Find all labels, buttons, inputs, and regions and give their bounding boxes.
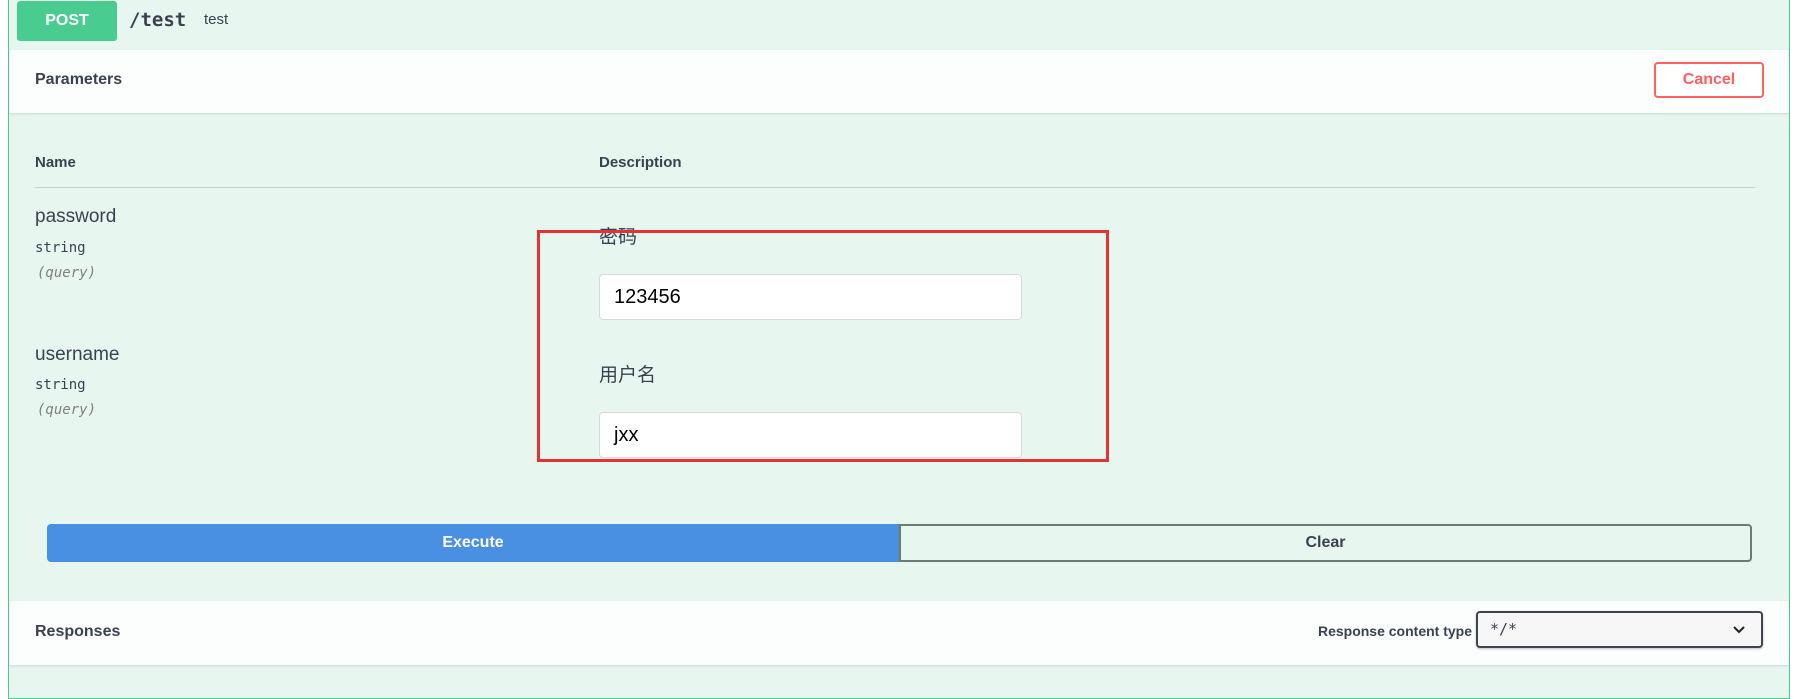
response-content-type-label: Response content type	[1317, 623, 1472, 639]
operation-path: /test	[129, 9, 187, 31]
responses-title: Responses	[35, 623, 121, 640]
response-content-type-value: */*	[1490, 620, 1518, 638]
response-content-type-select[interactable]: */*	[1476, 611, 1763, 648]
param-in-username: (query)	[37, 402, 97, 418]
clear-button[interactable]: Clear	[899, 524, 1752, 562]
param-type-username: string	[35, 377, 86, 393]
column-header-description: Description	[599, 154, 682, 171]
cancel-button[interactable]: Cancel	[1654, 62, 1764, 98]
param-name-username: username	[35, 344, 120, 365]
operation-summary[interactable]: POST /test test	[9, 0, 1789, 50]
method-badge: POST	[17, 1, 117, 41]
chevron-down-icon	[1733, 626, 1745, 634]
param-type-password: string	[35, 240, 86, 256]
annotation-highlight-box	[537, 230, 1109, 462]
parameters-title: Parameters	[35, 71, 123, 88]
param-name-password: password	[35, 206, 117, 227]
column-header-name: Name	[35, 154, 76, 171]
parameters-header: Parameters Cancel	[9, 49, 1789, 113]
header-divider	[35, 187, 1755, 188]
execute-button[interactable]: Execute	[47, 524, 899, 562]
operation-description: test	[204, 11, 229, 28]
param-in-password: (query)	[37, 265, 97, 281]
